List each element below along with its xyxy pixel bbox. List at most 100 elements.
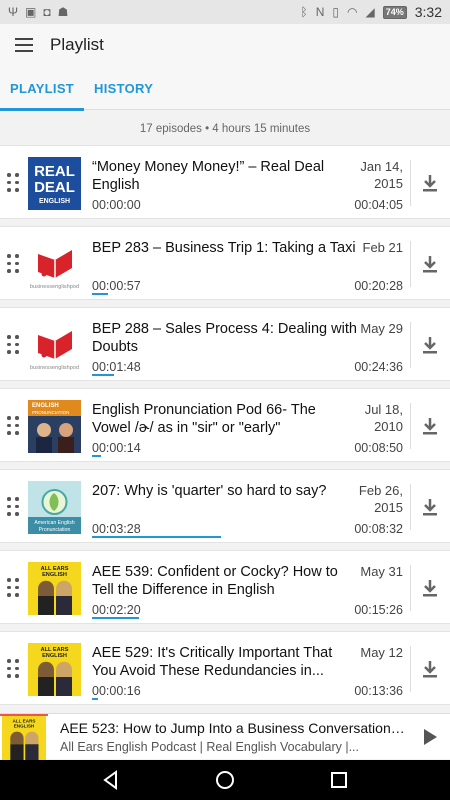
episode-date: May 29	[360, 321, 403, 336]
svg-text:ENGLISH: ENGLISH	[42, 653, 67, 659]
bag-icon: ◘	[43, 5, 51, 19]
drag-handle-icon[interactable]	[7, 335, 19, 355]
download-icon[interactable]	[418, 577, 442, 599]
hamburger-menu-icon[interactable]	[0, 24, 48, 66]
drag-handle-icon[interactable]	[7, 173, 19, 193]
player-subtitle: All Ears English Podcast | Real English …	[60, 740, 360, 754]
episode-duration: 00:20:28	[354, 279, 403, 293]
divider	[410, 484, 411, 530]
svg-text:American English: American English	[34, 520, 74, 526]
svg-text:REAL: REAL	[34, 163, 75, 180]
episode-row[interactable]: American English Pronunciation 207: Why …	[0, 469, 450, 543]
home-icon[interactable]	[214, 769, 236, 791]
episode-progress-bar	[92, 293, 108, 295]
svg-text:ENGLISH: ENGLISH	[42, 572, 67, 578]
episode-row[interactable]: REAL DEAL ENGLISH “Money Money Money!” –…	[0, 145, 450, 219]
episode-progress-bar	[92, 698, 98, 700]
drag-handle-icon[interactable]	[7, 497, 19, 517]
episode-duration: 00:13:36	[354, 684, 403, 698]
episode-row[interactable]: businessenglishpod BEP 288 – Sales Proce…	[0, 307, 450, 381]
status-bar: Ψ ▣ ◘ ☗ ᛒ N ▯ ◠ ◢ 74% 3:32	[0, 0, 450, 24]
tab-playlist[interactable]: PLAYLIST	[0, 66, 85, 111]
episode-thumbnail: REAL DEAL ENGLISH	[28, 157, 81, 210]
episode-progress-bar	[92, 536, 221, 538]
episode-row[interactable]: ENGLISH PRONUNCIATION English Pronunciat…	[0, 388, 450, 462]
divider	[410, 403, 411, 449]
system-nav-bar	[0, 760, 450, 800]
episode-title: BEP 288 – Sales Process 4: Dealing with …	[92, 321, 357, 355]
episode-position: 00:00:16	[92, 684, 141, 698]
usb-icon: Ψ	[8, 5, 19, 19]
drag-handle-icon[interactable]	[7, 578, 19, 598]
download-icon[interactable]	[418, 253, 442, 275]
episode-progress-bar	[92, 374, 114, 376]
download-icon[interactable]	[418, 496, 442, 518]
episode-progress-bar	[92, 455, 101, 457]
back-icon[interactable]	[100, 769, 122, 791]
player-title: AEE 523: How to Jump Into a Business Con…	[60, 720, 405, 736]
player-thumbnail: ALL EARS ENGLISH	[0, 716, 48, 760]
clock: 3:32	[414, 4, 442, 20]
episode-duration: 00:15:26	[354, 603, 403, 617]
episode-row[interactable]: ALL EARS ENGLISH AEE 529: It's Criticall…	[0, 631, 450, 705]
episode-duration: 00:24:36	[354, 360, 403, 374]
tab-bar: PLAYLIST HISTORY	[0, 66, 450, 111]
vibrate-icon: ▯	[332, 5, 340, 19]
episode-date: Feb 21	[362, 240, 403, 255]
episode-date: Jul 18, 2010	[364, 402, 403, 434]
divider	[410, 565, 411, 611]
download-icon[interactable]	[418, 415, 442, 437]
episode-position: 00:00:00	[92, 198, 141, 212]
svg-text:Pronunciation: Pronunciation	[39, 527, 71, 533]
recents-icon[interactable]	[328, 769, 350, 791]
download-icon[interactable]	[418, 658, 442, 680]
playlist-summary: 17 episodes • 4 hours 15 minutes	[139, 123, 311, 135]
episode-thumbnail: ALL EARS ENGLISH	[28, 562, 81, 615]
svg-text:ENGLISH: ENGLISH	[14, 724, 35, 729]
episode-title: BEP 283 – Business Trip 1: Taking a Taxi	[92, 240, 356, 256]
battery-indicator: 74%	[382, 5, 407, 19]
android-icon: ☗	[57, 5, 69, 19]
player-progress-bar	[0, 714, 48, 716]
svg-text:ENGLISH: ENGLISH	[39, 198, 70, 205]
svg-text:ENGLISH: ENGLISH	[32, 403, 59, 409]
episode-thumbnail: ENGLISH PRONUNCIATION	[28, 400, 81, 453]
episode-thumbnail: businessenglishpod	[28, 319, 81, 372]
notification-icons: Ψ ▣ ◘ ☗	[8, 5, 68, 19]
episode-duration: 00:08:32	[354, 522, 403, 536]
episode-duration: 00:04:05	[354, 198, 403, 212]
svg-text:businessenglishpod: businessenglishpod	[30, 365, 79, 371]
episode-title: 207: Why is 'quarter' so hard to say?	[92, 483, 327, 499]
signal-icon: ◢	[365, 5, 375, 19]
episode-row[interactable]: ALL EARS ENGLISH AEE 539: Confident or C…	[0, 550, 450, 624]
episode-position: 00:02:20	[92, 603, 141, 617]
drag-handle-icon[interactable]	[7, 416, 19, 436]
svg-text:PRONUNCIATION: PRONUNCIATION	[32, 410, 69, 415]
episode-position: 00:01:48	[92, 360, 141, 374]
drag-handle-icon[interactable]	[7, 659, 19, 679]
tab-history[interactable]: HISTORY	[84, 66, 163, 110]
mini-player[interactable]: ALL EARS ENGLISH AEE 523: How to Jump In…	[0, 713, 450, 760]
episode-thumbnail: ALL EARS ENGLISH	[28, 643, 81, 696]
episode-thumbnail: businessenglishpod	[28, 238, 81, 291]
episode-thumbnail: American English Pronunciation	[28, 481, 81, 534]
episode-date: May 31	[360, 564, 403, 579]
episode-title: “Money Money Money!” – Real Deal English	[92, 159, 325, 193]
episode-row[interactable]: businessenglishpod BEP 283 – Business Tr…	[0, 226, 450, 300]
wifi-icon: ◠	[347, 5, 358, 19]
drag-handle-icon[interactable]	[7, 254, 19, 274]
page-title: Playlist	[50, 35, 104, 54]
episode-progress-bar	[92, 617, 139, 619]
episode-duration: 00:08:50	[354, 441, 403, 455]
divider	[410, 646, 411, 692]
app-bar: Playlist	[0, 24, 450, 66]
episode-title: AEE 539: Confident or Cocky? How to Tell…	[92, 564, 338, 598]
system-icons: ᛒ N ▯ ◠ ◢ 74% 3:32	[301, 4, 442, 20]
episode-title: English Pronunciation Pod 66- The Vowel …	[92, 402, 316, 436]
download-icon[interactable]	[418, 172, 442, 194]
play-icon[interactable]	[418, 726, 440, 748]
image-icon: ▣	[25, 5, 37, 19]
episode-position: 00:03:28	[92, 522, 141, 536]
download-icon[interactable]	[418, 334, 442, 356]
episode-title: AEE 529: It's Critically Important That …	[92, 645, 333, 679]
